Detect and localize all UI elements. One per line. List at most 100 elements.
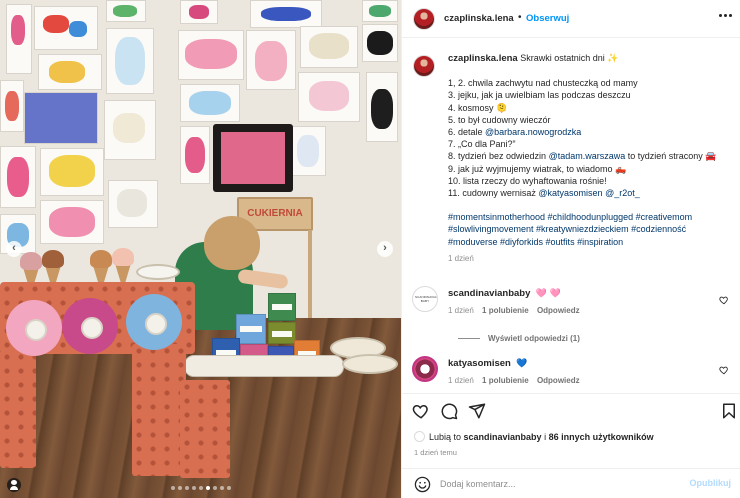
toy-ice-cream-scoop (20, 252, 42, 270)
comment-composer: Opublikuj (402, 468, 740, 498)
carousel-dot (184, 486, 189, 490)
carousel-dot (191, 486, 196, 490)
caption-line: 11. cudowny wernisaż (448, 188, 539, 199)
caption-line: 4. kosmosy 🫠 (448, 102, 508, 113)
drawing (34, 6, 98, 50)
carousel-dot (170, 486, 175, 490)
toy-donut (126, 294, 182, 350)
author-username[interactable]: czaplinska.lena (444, 13, 514, 24)
post-actions: Lubią to scandinavianbaby i 86 innych uż… (402, 393, 740, 498)
avatar[interactable] (412, 356, 438, 382)
comment-time[interactable]: 1 dzień (448, 306, 474, 315)
drawing (106, 0, 146, 22)
caption-line: 8. tydzień bez odwiedzin (448, 151, 549, 162)
drawing (24, 92, 98, 144)
carousel-next-button[interactable]: › (377, 241, 393, 257)
table-leg (180, 380, 230, 478)
publish-button[interactable]: Opublikuj (690, 478, 732, 488)
comment: SCANDINAVIAN BABY scandinavianbaby 🩷 🩷 1… (412, 286, 737, 366)
hashtag-line[interactable]: #slowlivingmovement #kreatywniezdzieckie… (448, 223, 738, 235)
comment-time[interactable]: 1 dzień (448, 376, 474, 385)
reply-button[interactable]: Odpowiedz (537, 306, 580, 315)
drawing (38, 54, 102, 90)
carousel-dot (205, 486, 210, 490)
drawing (178, 30, 244, 80)
toy-tray (184, 355, 344, 377)
drawing (362, 24, 398, 62)
likes-user[interactable]: scandinavianbaby (464, 432, 542, 442)
post-image[interactable]: CUKIERNIA ‹ › (0, 0, 401, 498)
drawing (40, 148, 104, 196)
carousel-prev-button[interactable]: ‹ (6, 241, 22, 257)
comment-username[interactable]: scandinavianbaby (448, 288, 530, 299)
smiley-icon[interactable] (414, 476, 431, 493)
drawing (0, 146, 36, 208)
carousel-dot (212, 486, 217, 490)
avatar[interactable]: SCANDINAVIAN BABY (412, 286, 438, 312)
chevron-right-icon: › (383, 242, 387, 254)
hashtag-line[interactable]: #moduverse #diyforkids #outfits #inspira… (448, 236, 738, 248)
mention-link[interactable]: @_r2ot_ (605, 188, 640, 198)
mention-link[interactable]: @barbara.nowogrodzka (485, 127, 581, 137)
likes-others[interactable]: 86 innych użytkowników (549, 432, 654, 442)
caption-line: 3. jejku, jak ja uwielbiam las podczas d… (448, 90, 631, 101)
carousel-dot (198, 486, 203, 490)
comment-likes[interactable]: 1 polubienie (482, 306, 529, 315)
toy-donut (6, 300, 62, 356)
drawing (366, 72, 398, 142)
drawing (298, 72, 360, 122)
caption-line: 5. to był cudowny wieczór (448, 114, 551, 125)
drawing (106, 28, 154, 94)
caption-line: 1, 2. chwila zachwytu nad chusteczką od … (448, 78, 638, 89)
heart-icon[interactable] (719, 295, 729, 305)
toy-box (268, 293, 296, 321)
drawing (180, 126, 210, 184)
caption-line: 7. „Co dla Pani?” (448, 139, 516, 150)
tagged-user-icon[interactable] (7, 478, 21, 492)
comment-body: katyasomisen 💙 1 dzień 1 polubienie Odpo… (448, 358, 708, 385)
more-horizontal-icon[interactable] (719, 14, 733, 18)
table-leg (0, 350, 36, 468)
post-panel: czaplinska.lena • Obserwuj czaplinska.le… (401, 0, 740, 498)
send-icon[interactable] (468, 402, 486, 420)
toy-ice-cream-scoop (42, 250, 64, 268)
likes-avatar (414, 431, 425, 442)
drawing (6, 4, 32, 74)
mention-link[interactable]: @tadam.warszawa (549, 151, 626, 161)
likes-prefix: Lubią to (429, 432, 464, 442)
avatar[interactable] (413, 55, 435, 77)
caption-line: 6. detale (448, 127, 486, 138)
view-replies-button[interactable]: Wyświetl odpowiedzi (1) (458, 334, 580, 343)
drawing (180, 84, 240, 122)
bookmark-icon[interactable] (720, 402, 738, 420)
comment-likes[interactable]: 1 polubienie (482, 376, 529, 385)
chevron-left-icon: ‹ (12, 242, 16, 254)
caption-username[interactable]: czaplinska.lena (448, 53, 518, 64)
separator-dot: • (518, 12, 522, 23)
comment-icon[interactable] (440, 402, 458, 420)
reply-button[interactable]: Odpowiedz (537, 376, 580, 385)
carousel-dots (0, 486, 401, 490)
likes-middle: i (541, 432, 549, 442)
child-head (204, 216, 260, 270)
heart-icon[interactable] (412, 402, 430, 420)
comment-input[interactable] (440, 476, 680, 492)
mention-link[interactable]: @katyasomisen (538, 188, 602, 198)
post-date[interactable]: 1 dzień temu (414, 448, 457, 457)
avatar[interactable] (413, 8, 435, 30)
toy-ice-cream-scoop (112, 248, 134, 266)
toy-ice-cream-scoop (90, 250, 112, 268)
comment-username[interactable]: katyasomisen (448, 358, 511, 369)
hashtag-line[interactable]: #momentsinmotherhood #childhoodunplugged… (448, 211, 738, 223)
caption-line: 10. lista rzeczy do wyhaftowania rośnie! (448, 175, 607, 186)
caption-time[interactable]: 1 dzień (448, 253, 738, 265)
caption-text: czaplinska.lena Skrawki ostatnich dni ✨ … (448, 52, 738, 265)
drawing (0, 80, 24, 132)
drawing (104, 100, 156, 160)
avatar-text: SCANDINAVIAN BABY (415, 295, 438, 303)
comment-body: scandinavianbaby 🩷 🩷 1 dzień 1 polubieni… (448, 288, 708, 315)
carousel-dot (226, 486, 231, 490)
comment-meta: 1 dzień 1 polubienie Odpowiedz (448, 306, 708, 315)
follow-button[interactable]: Obserwuj (526, 13, 569, 24)
heart-icon[interactable] (719, 365, 729, 375)
